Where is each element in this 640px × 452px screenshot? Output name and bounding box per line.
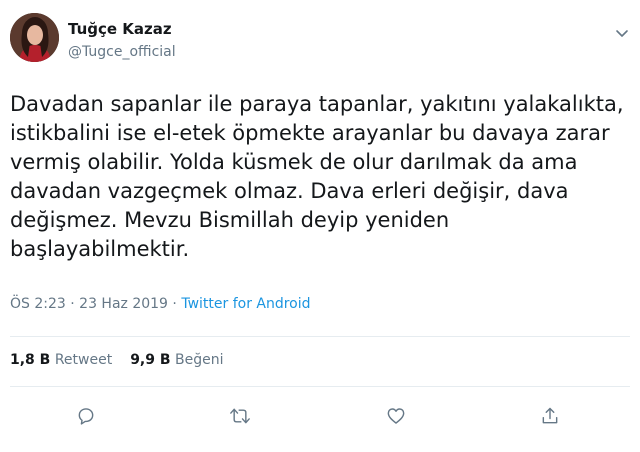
divider: [10, 336, 630, 337]
heart-icon: [386, 406, 406, 426]
tweet-source-link[interactable]: Twitter for Android: [181, 296, 310, 312]
retweet-count: 1,8 B: [10, 352, 51, 368]
reply-icon: [76, 406, 96, 426]
tweet-card: Tuğçe Kazaz @Tugce_official Davadan sapa…: [0, 0, 640, 452]
tweet-text-line: davadan vazgeçmek olmaz. Dava erleri değ…: [10, 179, 569, 203]
retweet-stat[interactable]: 1,8 B Retweet: [10, 352, 112, 368]
tweet-time[interactable]: ÖS 2:23: [10, 296, 66, 312]
share-icon: [540, 406, 560, 426]
tweet-text-line: başlayabilmektir.: [10, 237, 190, 261]
reply-button[interactable]: [72, 402, 100, 430]
like-stat[interactable]: 9,9 B Beğeni: [130, 352, 223, 368]
author-handle[interactable]: @Tugce_official: [68, 44, 176, 60]
like-count: 9,9 B: [130, 352, 171, 368]
tweet-text-line: vermiş olabilir. Yolda küsmek de olur da…: [10, 150, 578, 174]
tweet-actions: [10, 396, 630, 436]
chevron-down-icon[interactable]: [614, 25, 630, 41]
avatar[interactable]: [10, 13, 59, 62]
tweet-meta: ÖS 2:23 · 23 Haz 2019 · Twitter for Andr…: [10, 296, 311, 312]
tweet-text-line: Davadan sapanlar ile paraya tapanlar, ya…: [10, 92, 624, 116]
tweet-stats: 1,8 B Retweet 9,9 B Beğeni: [10, 352, 241, 368]
meta-separator: ·: [167, 296, 182, 312]
tweet-text-line: değişmez. Mevzu Bismillah deyip yeniden: [10, 208, 450, 232]
retweet-button[interactable]: [226, 402, 254, 430]
like-label: Beğeni: [175, 352, 224, 368]
tweet-text: Davadan sapanlar ile paraya tapanlar, ya…: [10, 90, 630, 264]
retweet-icon: [229, 406, 251, 426]
like-button[interactable]: [382, 402, 410, 430]
meta-separator: ·: [65, 296, 80, 312]
retweet-label: Retweet: [54, 352, 113, 368]
tweet-date[interactable]: 23 Haz 2019: [79, 296, 168, 312]
tweet-text-line: istikbalini ise el-etek öpmekte arayanla…: [10, 121, 610, 145]
author-name[interactable]: Tuğçe Kazaz: [68, 20, 172, 38]
divider: [10, 386, 630, 387]
share-button[interactable]: [536, 402, 564, 430]
